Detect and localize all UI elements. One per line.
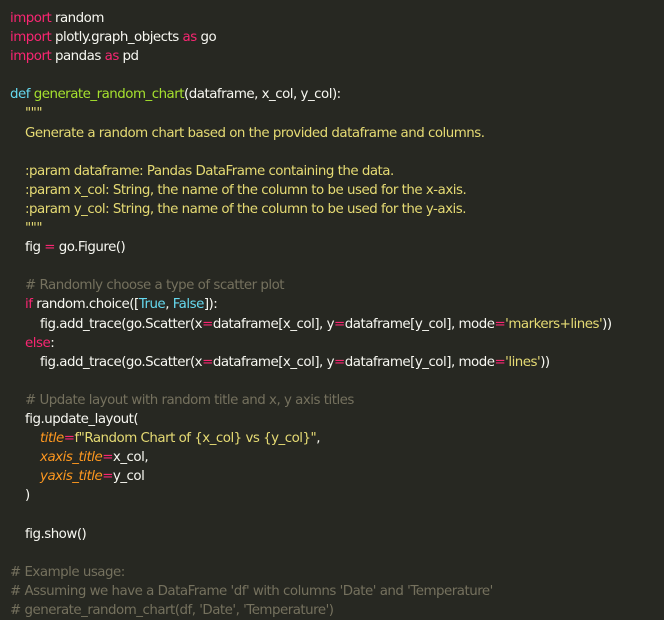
code-token: # Update layout with random title and x,… — [10, 392, 354, 408]
code-token: ]): — [203, 297, 218, 313]
code-token: = — [494, 354, 506, 370]
code-token: = — [202, 316, 213, 332]
code-token: = — [202, 354, 213, 370]
code-token: :param x_col: String, the name of the co… — [10, 182, 467, 198]
code-line: import plotly.graph_objects as go — [10, 28, 664, 47]
code-editor[interactable]: import random import plotly.graph_objects… — [0, 0, 664, 618]
code-line: :param y_col: String, the name of the co… — [10, 200, 664, 219]
code-line: """ — [10, 104, 664, 123]
code-token: generate_random_chart — [33, 87, 185, 103]
code-token: # generate_random_chart(df, 'Date', 'Tem… — [10, 602, 334, 618]
code-token: = — [102, 469, 113, 485]
code-line: fig.add_trace(go.Scatter(x=dataframe[x_c… — [10, 315, 664, 334]
code-token: # Randomly choose a type of scatter plot — [10, 278, 285, 294]
code-token: dataframe[x_col], y — [212, 316, 335, 332]
code-token: pandas — [51, 49, 105, 65]
code-line: fig.add_trace(go.Scatter(x=dataframe[x_c… — [10, 353, 664, 372]
code-line: # Assuming we have a DataFrame 'df' with… — [10, 582, 664, 601]
code-line: ) — [10, 486, 664, 505]
code-token: title — [10, 431, 64, 447]
code-token: """ — [10, 221, 43, 237]
code-line: title=f"Random Chart of {x_col} vs {y_co… — [10, 429, 664, 448]
code-line: if random.choice([True, False]): — [10, 295, 664, 314]
code-token: )) — [540, 354, 550, 370]
code-token: False — [172, 297, 205, 313]
code-token: : — [50, 335, 55, 351]
code-token: x_col, — [112, 450, 149, 466]
code-line: import pandas as pd — [10, 47, 664, 66]
code-token: = — [63, 431, 75, 447]
code-line: """ — [10, 219, 664, 238]
code-token: dataframe[y_col], mode — [344, 316, 495, 332]
code-token: )) — [602, 316, 612, 332]
code-line: fig.show() — [10, 525, 664, 544]
code-line: # generate_random_chart(df, 'Date', 'Tem… — [10, 601, 664, 620]
code-token: # Example usage: — [10, 564, 125, 580]
code-token: = — [334, 354, 345, 370]
code-token: go.Figure() — [54, 240, 126, 256]
code-token: fig.update_layout( — [10, 411, 139, 427]
code-line: import random — [10, 9, 664, 28]
code-token: # Assuming we have a DataFrame 'df' with… — [10, 583, 493, 599]
code-token: def — [10, 87, 30, 103]
code-token: plotly.graph_objects — [51, 30, 183, 46]
code-token: y_col — [112, 469, 145, 485]
code-token: fig.add_trace(go.Scatter(x — [10, 316, 203, 332]
code-token: True — [138, 297, 166, 313]
code-token: fig.show() — [10, 526, 87, 542]
code-token: pd — [118, 49, 140, 65]
code-token: dataframe[y_col], mode — [344, 354, 495, 370]
code-token: random.choice([ — [32, 297, 139, 313]
code-line: :param dataframe: Pandas DataFrame conta… — [10, 162, 664, 181]
code-token: = — [102, 450, 113, 466]
code-token: :param dataframe: Pandas DataFrame conta… — [10, 163, 394, 179]
code-line: Generate a random chart based on the pro… — [10, 124, 664, 143]
code-token: 'markers+lines' — [505, 316, 603, 332]
code-token: = — [44, 240, 55, 256]
code-line: def generate_random_chart(dataframe, x_c… — [10, 85, 664, 104]
code-line: fig = go.Figure() — [10, 238, 664, 257]
code-token: (dataframe, x_col, y_col): — [184, 87, 341, 103]
code-token: fig.add_trace(go.Scatter(x — [10, 354, 203, 370]
code-token: = — [334, 316, 345, 332]
code-line: else: — [10, 334, 664, 353]
code-token: = — [494, 316, 506, 332]
code-token: f"Random Chart of {x_col} vs {y_col}" — [74, 431, 317, 447]
code-token: go — [196, 30, 217, 46]
code-token: :param y_col: String, the name of the co… — [10, 201, 466, 217]
code-line: yaxis_title=y_col — [10, 467, 664, 486]
code-token: Generate a random chart based on the pro… — [10, 125, 485, 141]
code-line: xaxis_title=x_col, — [10, 448, 664, 467]
code-line: # Randomly choose a type of scatter plot — [10, 276, 664, 295]
code-line: # Update layout with random title and x,… — [10, 391, 664, 410]
code-line: :param x_col: String, the name of the co… — [10, 181, 664, 200]
code-line: # Example usage: — [10, 563, 664, 582]
code-token: fig — [10, 240, 45, 256]
code-token: xaxis_title — [10, 450, 103, 466]
code-token: as — [182, 30, 198, 46]
code-token: import — [10, 49, 52, 65]
code-token: else — [25, 335, 51, 351]
code-token: ) — [10, 488, 30, 504]
code-token: , — [316, 431, 320, 447]
code-line: fig.update_layout( — [10, 410, 664, 429]
code-token: 'lines' — [505, 354, 541, 370]
code-token: as — [104, 49, 120, 65]
code-token: """ — [10, 106, 43, 122]
code-token: yaxis_title — [10, 469, 103, 485]
code-token: dataframe[x_col], y — [212, 354, 335, 370]
code-token: import — [10, 11, 52, 26]
code-token: random — [51, 11, 104, 26]
code-token: , — [165, 297, 173, 313]
code-token: import — [10, 30, 52, 46]
